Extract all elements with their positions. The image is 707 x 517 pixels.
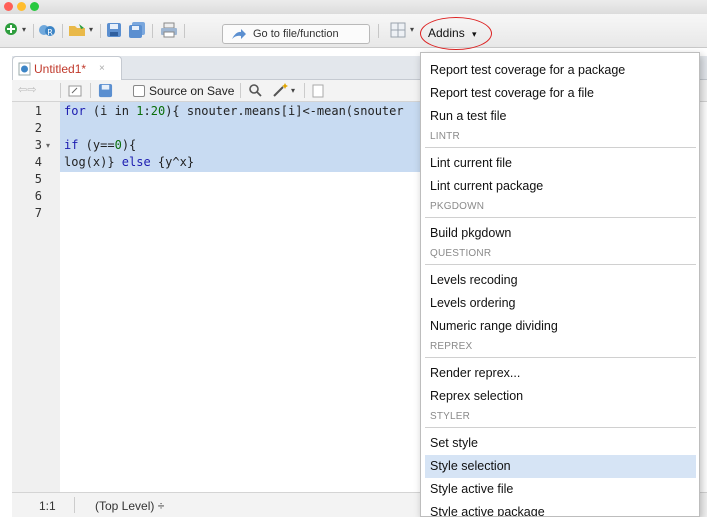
menu-item[interactable]: Report test coverage for a file <box>421 82 699 105</box>
menu-item[interactable]: Levels ordering <box>421 292 699 315</box>
menu-item[interactable]: Style selection <box>425 455 696 478</box>
line-number: 6 <box>34 189 42 203</box>
menu-separator <box>425 147 696 148</box>
grid-panes-icon <box>390 22 406 38</box>
open-folder-icon <box>69 24 85 36</box>
menu-item[interactable]: Set style <box>421 432 699 455</box>
back-forward-icon[interactable]: ⇦⇨ <box>18 83 36 96</box>
menu-item[interactable]: Report test coverage for a package <box>421 59 699 82</box>
goto-arrow-icon <box>232 29 246 39</box>
menu-item-label: Reprex selection <box>430 389 524 403</box>
code-line: for (i in 1:20){ snouter.means[i]<-mean(… <box>64 104 404 118</box>
menu-item[interactable]: Lint current file <box>421 152 699 175</box>
menu-separator <box>425 264 696 265</box>
code-line: log(x)} else {y^x} <box>64 155 195 169</box>
new-file-button[interactable] <box>4 22 18 40</box>
menu-item[interactable]: Levels recoding <box>421 269 699 292</box>
line-number: 7 <box>34 206 42 220</box>
window-titlebar <box>0 0 707 14</box>
compile-report-icon[interactable] <box>312 84 324 98</box>
tab-untitled1[interactable]: Untitled1* × <box>12 56 122 81</box>
line-number: 4 <box>34 155 42 169</box>
print-button[interactable] <box>160 22 178 40</box>
search-icon[interactable] <box>248 83 263 98</box>
source-on-save-label: Source on Save <box>149 84 235 98</box>
maximize-window-button[interactable] <box>30 2 39 11</box>
open-file-button[interactable] <box>68 22 88 40</box>
tab-title: Untitled1* <box>34 62 87 76</box>
save-icon <box>107 23 121 37</box>
menu-section-header: STYLER <box>430 411 471 422</box>
menu-item[interactable]: Lint current package <box>421 175 699 198</box>
show-in-window-icon[interactable] <box>68 84 82 98</box>
new-file-menu-icon[interactable]: ▾ <box>22 25 26 34</box>
menu-item-label: Style selection <box>430 459 511 473</box>
menu-separator <box>425 217 696 218</box>
menu-item-label: Set style <box>430 436 478 450</box>
open-file-menu-icon[interactable]: ▾ <box>89 25 93 34</box>
menu-item-label: Levels ordering <box>430 296 516 310</box>
cursor-position: 1:1 <box>39 499 56 513</box>
menu-item-label: Levels recoding <box>430 273 518 287</box>
panes-menu-icon[interactable]: ▾ <box>410 25 414 34</box>
menu-item[interactable]: Style active package <box>421 501 699 517</box>
goto-placeholder: Go to file/function <box>253 28 339 40</box>
menu-item[interactable]: Numeric range dividing <box>421 315 699 338</box>
goto-file-function-input[interactable]: Go to file/function <box>222 24 370 44</box>
minimize-window-button[interactable] <box>17 2 26 11</box>
highlight-circle-annotation <box>420 17 492 50</box>
close-window-button[interactable] <box>4 2 13 11</box>
r-script-icon <box>18 62 31 76</box>
code-line: if (y==0){ <box>64 138 137 152</box>
menu-item[interactable]: Reprex selection <box>421 385 699 408</box>
line-number: 3 <box>34 138 42 152</box>
save-button[interactable] <box>106 22 122 40</box>
save-all-icon <box>129 22 145 38</box>
new-file-icon <box>5 23 17 35</box>
fold-toggle-icon[interactable]: ▾ <box>46 141 50 150</box>
magic-wand-icon[interactable] <box>272 82 290 98</box>
menu-section-header: REPREX <box>430 341 473 352</box>
project-icon: R <box>39 25 55 37</box>
addins-dropdown-menu: Report test coverage for a package Report… <box>420 52 700 517</box>
line-number: 2 <box>34 121 42 135</box>
menu-separator <box>425 427 696 428</box>
menu-section-header: QUESTIONR <box>430 248 492 259</box>
save-all-button[interactable] <box>128 22 146 40</box>
menu-item[interactable]: Style active file <box>421 478 699 501</box>
menu-item-label: Report test coverage for a file <box>430 86 594 100</box>
source-on-save-checkbox[interactable] <box>133 85 145 97</box>
menu-item-label: Style active file <box>430 482 514 496</box>
workspace-panes-button[interactable] <box>390 22 406 40</box>
menu-item-label: Run a test file <box>430 109 507 123</box>
save-editor-icon[interactable] <box>98 83 113 98</box>
svg-text:R: R <box>47 28 53 37</box>
close-tab-icon[interactable]: × <box>99 63 105 74</box>
menu-section-header: LINTR <box>430 131 460 142</box>
menu-item[interactable]: Build pkgdown <box>421 222 699 245</box>
menu-item-label: Report test coverage for a package <box>430 63 626 77</box>
line-number: 5 <box>34 172 42 186</box>
menu-item-label: Lint current file <box>430 156 512 170</box>
menu-section-header: PKGDOWN <box>430 201 485 212</box>
print-icon <box>161 22 177 38</box>
menu-separator <box>425 357 696 358</box>
menu-item-label: Build pkgdown <box>430 226 512 240</box>
menu-item[interactable]: Render reprex... <box>421 362 699 385</box>
scope-selector[interactable]: (Top Level) ÷ <box>95 499 164 513</box>
line-number: 1 <box>34 104 42 118</box>
menu-item-label: Numeric range dividing <box>430 319 558 333</box>
menu-item-label: Render reprex... <box>430 366 521 380</box>
menu-item-label: Lint current package <box>430 179 544 193</box>
code-tools-menu-icon[interactable]: ▾ <box>291 86 295 95</box>
menu-item-label: Style active package <box>430 505 545 517</box>
menu-item[interactable]: Run a test file <box>421 105 699 128</box>
new-project-button[interactable]: R <box>38 22 56 40</box>
